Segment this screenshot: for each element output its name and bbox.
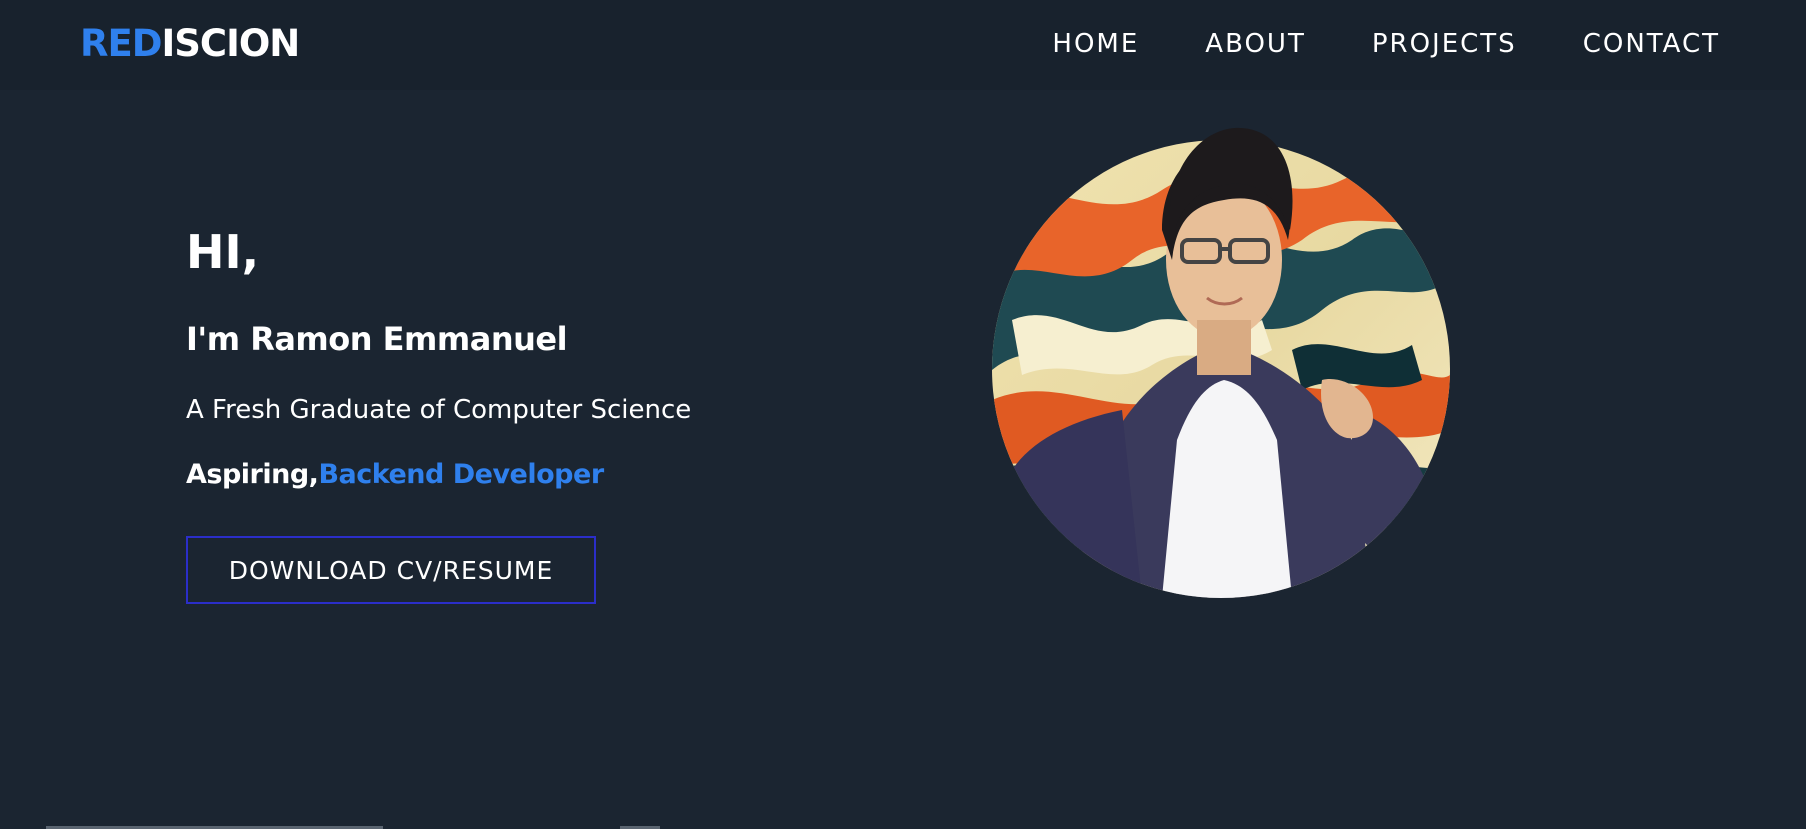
site-logo[interactable]: REDISCION [80, 20, 301, 68]
nav-link-home[interactable]: HOME [1052, 26, 1139, 62]
logo-part-1: R [80, 22, 108, 65]
hero-name: I'm Ramon Emmanuel [186, 320, 568, 358]
hero-greeting: HI, [186, 225, 260, 279]
nav-link-projects[interactable]: PROJECTS [1372, 26, 1517, 62]
logo-part-2: ED [107, 22, 163, 65]
hero-text: HI, I'm Ramon Emmanuel A Fresh Graduate … [186, 222, 691, 490]
nav-link-contact[interactable]: CONTACT [1583, 26, 1720, 62]
profile-photo-hair-overflow [1169, 127, 1293, 230]
main-nav: HOME ABOUT PROJECTS CONTACT [1052, 26, 1720, 62]
hero-subtitle: A Fresh Graduate of Computer Science [186, 395, 692, 425]
download-cv-button[interactable]: DOWNLOAD CV/RESUME [186, 536, 596, 604]
hero-aspiring: Aspiring,Backend Developer [186, 459, 604, 490]
logo-part-3: ISCION [161, 22, 301, 65]
aspiring-role: Backend Developer [318, 459, 604, 490]
aspiring-prefix: Aspiring, [186, 459, 319, 490]
nav-link-about[interactable]: ABOUT [1205, 26, 1306, 62]
navbar: REDISCION HOME ABOUT PROJECTS CONTACT [0, 0, 1806, 90]
